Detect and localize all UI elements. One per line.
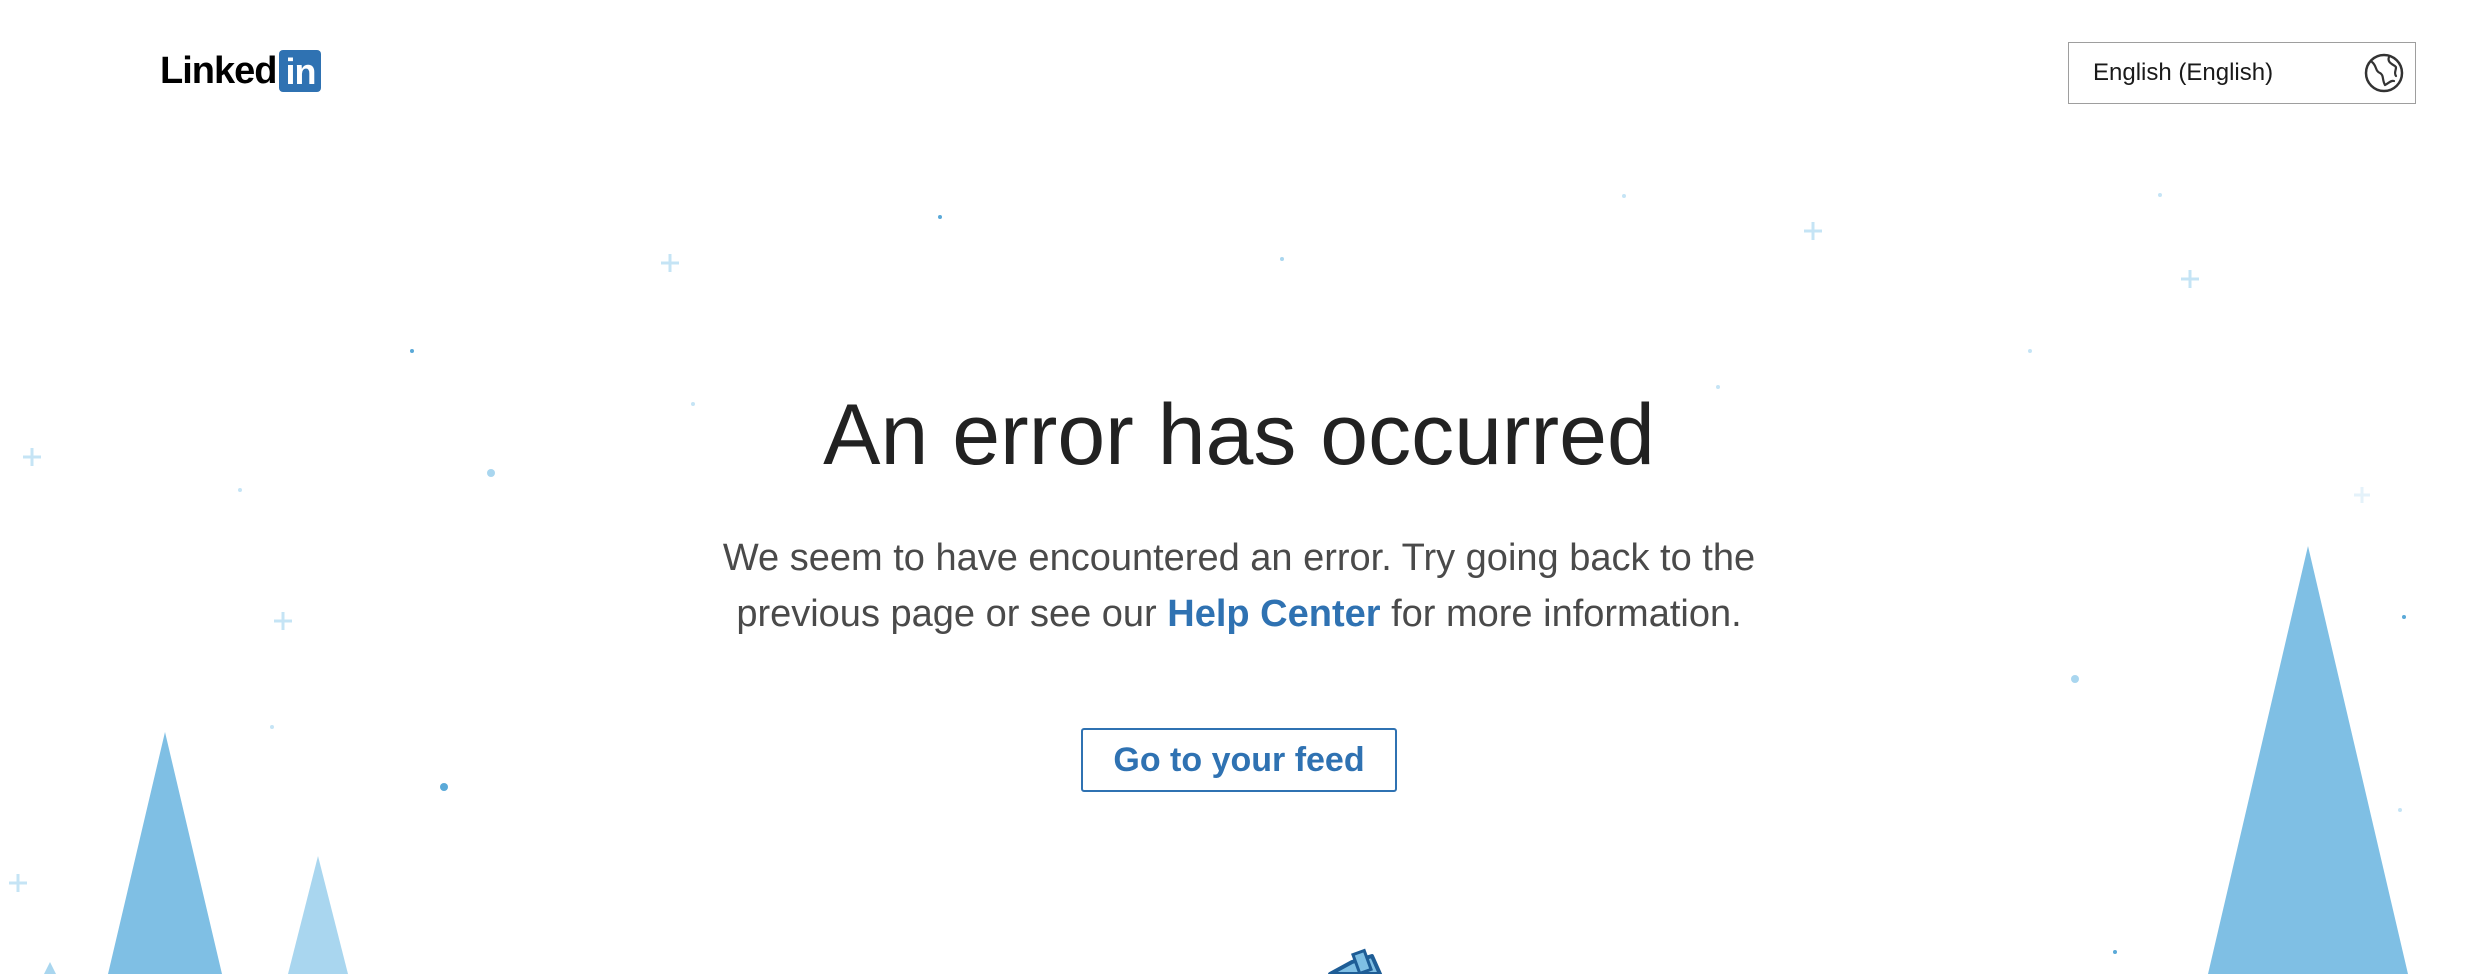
tree-edge-left (44, 962, 56, 974)
error-content: An error has occurred We seem to have en… (0, 380, 2478, 792)
description-text-after: for more information. (1380, 593, 1742, 635)
language-selector[interactable]: English (English) (2068, 42, 2416, 104)
tree-left-small (288, 856, 348, 974)
error-description: We seem to have encountered an error. Tr… (689, 530, 1789, 642)
logo-wordmark: Linked (160, 50, 277, 92)
globe-icon (2364, 53, 2404, 93)
linkedin-logo[interactable]: Linked in (160, 50, 322, 92)
bottom-illustration (1328, 948, 1382, 974)
language-selected-value: English (English) (2093, 59, 2274, 86)
error-page: Linked in English (English) An error has… (0, 0, 2478, 974)
go-to-feed-button[interactable]: Go to your feed (1081, 728, 1397, 792)
logo-badge: in (279, 50, 322, 92)
help-center-link[interactable]: Help Center (1167, 593, 1380, 635)
error-title: An error has occurred (823, 387, 1655, 483)
